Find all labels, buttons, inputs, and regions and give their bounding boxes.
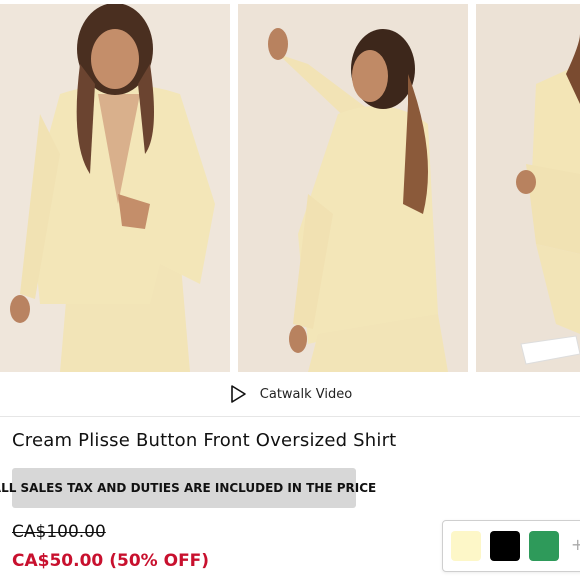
swatch-green[interactable]: [529, 531, 559, 561]
catwalk-video-button[interactable]: Catwalk Video: [0, 372, 580, 417]
original-price: CA$100.00: [12, 522, 106, 542]
discount-label: (50% OFF): [109, 551, 210, 571]
play-icon: [228, 384, 248, 404]
product-photo-front[interactable]: [0, 4, 230, 372]
sale-price-row: CA$50.00 (50% OFF): [12, 551, 215, 571]
color-swatch-selector: +: [442, 520, 580, 572]
sale-price: CA$50.00: [12, 551, 104, 571]
product-image-gallery[interactable]: [0, 0, 580, 372]
catwalk-video-label: Catwalk Video: [259, 386, 353, 402]
swatch-cream[interactable]: [451, 531, 481, 561]
product-title: Cream Plisse Button Front Oversized Shir…: [12, 430, 397, 451]
product-photo-side[interactable]: [238, 4, 468, 372]
tax-notice-banner: ALL SALES TAX AND DUTIES ARE INCLUDED IN…: [0, 468, 376, 508]
more-colors-icon[interactable]: +: [571, 535, 580, 554]
product-photo-seated[interactable]: [476, 4, 580, 372]
swatch-black[interactable]: [490, 531, 520, 561]
